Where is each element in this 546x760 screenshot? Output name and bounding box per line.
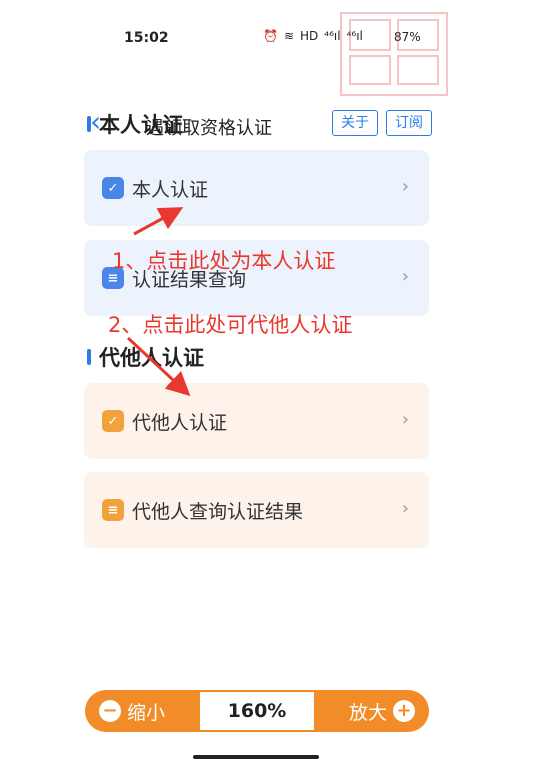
- signal-icon: ⁴⁶ıl: [324, 29, 341, 43]
- person-check-icon: ✓: [102, 410, 124, 432]
- zoom-control: − 缩小 160% 放大 +: [85, 690, 429, 732]
- document-icon: ≡: [102, 499, 124, 521]
- chevron-right-icon: ›: [401, 409, 409, 430]
- home-indicator[interactable]: [193, 755, 319, 759]
- section-title-proxy: 代他人认证: [87, 342, 204, 372]
- proxy-auth-card[interactable]: ✓ 代他人认证 ›: [84, 383, 429, 459]
- section-title-text: 代他人认证: [99, 346, 204, 370]
- chevron-right-icon: ›: [401, 266, 409, 287]
- section-title-text: 本人认证: [99, 113, 183, 137]
- about-button[interactable]: 关于: [332, 110, 378, 136]
- card-label: 本人认证: [132, 178, 209, 201]
- zoom-out-button[interactable]: − 缩小: [85, 690, 200, 732]
- proxy-result-query-card[interactable]: ≡ 代他人查询认证结果 ›: [84, 472, 429, 548]
- minus-icon: −: [99, 700, 121, 722]
- chevron-right-icon: ›: [401, 176, 409, 197]
- status-bar: 15:02 ⏰ ≋ HD ⁴⁶ıl ⁴⁶ıl 87%: [0, 0, 546, 46]
- card-label: 代他人认证: [132, 411, 228, 434]
- self-auth-card[interactable]: ✓ 本人认证 ›: [84, 150, 429, 226]
- status-time: 15:02: [124, 30, 169, 46]
- zoom-level: 160%: [200, 692, 314, 730]
- card-label: 代他人查询认证结果: [132, 500, 304, 523]
- nav-bar: ‹ 遇领取资格认证 关于 订阅: [0, 52, 546, 139]
- section-accent-bar: [87, 116, 91, 132]
- zoom-in-button[interactable]: 放大 +: [314, 698, 429, 725]
- hd-icon: HD: [300, 29, 319, 43]
- plus-icon: +: [393, 700, 415, 722]
- person-check-icon: ✓: [102, 177, 124, 199]
- subscribe-button[interactable]: 订阅: [386, 110, 432, 136]
- chevron-right-icon: ›: [401, 498, 409, 519]
- annotation-arrows: [126, 207, 191, 397]
- annotation-self-auth: 1、点击此处为本人认证: [112, 249, 336, 273]
- alarm-icon: ⏰: [263, 29, 278, 43]
- section-title-self: 本人认证: [87, 109, 183, 139]
- zoom-in-label: 放大: [348, 701, 387, 724]
- zoom-out-label: 缩小: [127, 701, 166, 724]
- section-accent-bar: [87, 349, 91, 365]
- annotation-proxy-auth: 2、点击此处可代他人认证: [108, 313, 353, 337]
- wifi-icon: ≋: [283, 29, 295, 43]
